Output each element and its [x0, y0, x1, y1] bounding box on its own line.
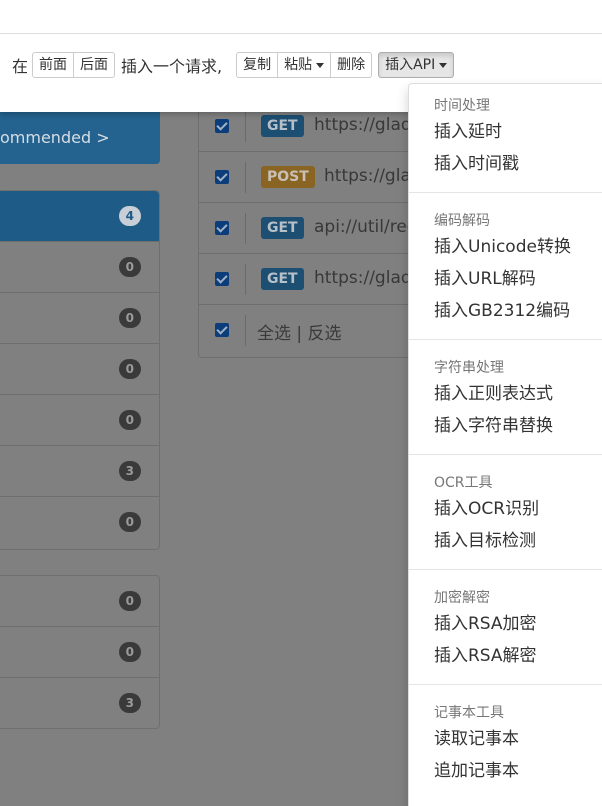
menu-item-insert-url-decode[interactable]: 插入URL解码	[409, 263, 602, 295]
position-button-group: 前面 后面	[32, 52, 116, 78]
request-checkbox[interactable]	[215, 119, 229, 133]
menu-item-insert-unicode[interactable]: 插入Unicode转换	[409, 231, 602, 263]
divider	[245, 111, 246, 142]
insert-api-menu: 时间处理 插入延时 插入时间戳 编码解码 插入Unicode转换 插入URL解码…	[408, 83, 602, 806]
count-badge: 0	[118, 512, 141, 532]
method-badge: GET	[261, 115, 304, 137]
menu-header-notepad: 记事本工具	[434, 705, 504, 721]
request-checkbox[interactable]	[215, 170, 229, 184]
sidebar-item[interactable]: 0	[0, 497, 159, 548]
count-badge: 0	[118, 591, 141, 611]
divider	[245, 213, 246, 244]
request-checkbox[interactable]	[215, 221, 229, 235]
delete-button[interactable]: 删除	[331, 52, 373, 78]
sidebar-item[interactable]: 4	[0, 191, 159, 242]
insert-api-dropdown-button[interactable]: 插入API	[378, 52, 455, 78]
caret-down-icon	[439, 62, 448, 68]
count-badge: 0	[118, 308, 141, 328]
sidebar-list-2: 0 0 3	[0, 575, 160, 729]
count-badge: 3	[118, 461, 141, 481]
method-badge: GET	[261, 217, 304, 239]
menu-header-string: 字符串处理	[434, 360, 504, 376]
header-strip	[0, 0, 602, 34]
sidebar-item[interactable]: 0	[0, 627, 159, 678]
menu-item-insert-timestamp[interactable]: 插入时间戳	[409, 148, 602, 180]
divider	[245, 162, 246, 193]
menu-divider	[409, 339, 602, 340]
request-checkbox[interactable]	[215, 272, 229, 286]
count-badge: 3	[118, 693, 141, 713]
request-url: https://glado	[314, 115, 423, 135]
menu-divider	[409, 569, 602, 570]
count-badge: 0	[118, 410, 141, 430]
paste-dropdown-button[interactable]: 粘贴	[278, 52, 332, 78]
method-badge: GET	[261, 268, 304, 290]
menu-item-insert-gb2312[interactable]: 插入GB2312编码	[409, 295, 602, 327]
menu-item-insert-regex[interactable]: 插入正则表达式	[409, 378, 602, 410]
sidebar-item[interactable]: 0	[0, 242, 159, 293]
request-url: https://glado	[314, 268, 423, 288]
recommended-link[interactable]: ommended >	[0, 112, 160, 164]
menu-item-insert-replace[interactable]: 插入字符串替换	[409, 410, 602, 442]
method-badge: POST	[261, 166, 315, 188]
sidebar-item[interactable]: 0	[0, 344, 159, 395]
menu-header-encoding: 编码解码	[434, 213, 490, 229]
caret-down-icon	[316, 62, 325, 68]
after-button[interactable]: 后面	[74, 52, 116, 78]
menu-item-insert-detection[interactable]: 插入目标检测	[409, 525, 602, 557]
menu-header-crypto: 加密解密	[434, 590, 490, 606]
toolbar-middle-text: 插入一个请求,	[121, 57, 223, 76]
before-button[interactable]: 前面	[32, 52, 75, 78]
menu-item-insert-rsa-decrypt[interactable]: 插入RSA解密	[409, 640, 602, 672]
paste-label: 粘贴	[284, 57, 313, 73]
count-badge: 0	[118, 642, 141, 662]
menu-item-insert-rsa-encrypt[interactable]: 插入RSA加密	[409, 608, 602, 640]
divider	[245, 264, 246, 295]
insert-toolbar: 在 前面 后面 插入一个请求, 复制 粘贴 删除 插入API	[12, 52, 455, 78]
sidebar-item[interactable]: 0	[0, 576, 159, 627]
select-all-toggle[interactable]: 全选 | 反选	[257, 319, 342, 344]
sidebar-item[interactable]: 3	[0, 678, 159, 729]
count-badge: 0	[118, 257, 141, 277]
menu-divider	[409, 192, 602, 193]
menu-item-insert-delay[interactable]: 插入延时	[409, 116, 602, 148]
menu-item-insert-ocr[interactable]: 插入OCR识别	[409, 493, 602, 525]
menu-item-read-notepad[interactable]: 读取记事本	[409, 723, 602, 755]
sidebar-item[interactable]: 0	[0, 395, 159, 446]
menu-divider	[409, 454, 602, 455]
menu-item-append-notepad[interactable]: 追加记事本	[409, 755, 602, 787]
sidebar-item[interactable]: 0	[0, 293, 159, 344]
insert-api-label: 插入API	[385, 57, 436, 73]
toolbar-prefix: 在	[12, 57, 29, 76]
sidebar-item[interactable]: 3	[0, 446, 159, 497]
select-all-checkbox[interactable]	[215, 323, 229, 337]
count-badge: 4	[118, 206, 141, 226]
sidebar-list-1: 4 0 0 0 0 3 0	[0, 190, 160, 550]
menu-header-ocr: OCR工具	[434, 475, 493, 491]
edit-button-group: 复制 粘贴 删除	[236, 52, 373, 78]
menu-divider	[409, 684, 602, 685]
divider	[245, 315, 246, 346]
menu-header-time: 时间处理	[434, 98, 490, 114]
copy-button[interactable]: 复制	[236, 52, 279, 78]
count-badge: 0	[118, 359, 141, 379]
